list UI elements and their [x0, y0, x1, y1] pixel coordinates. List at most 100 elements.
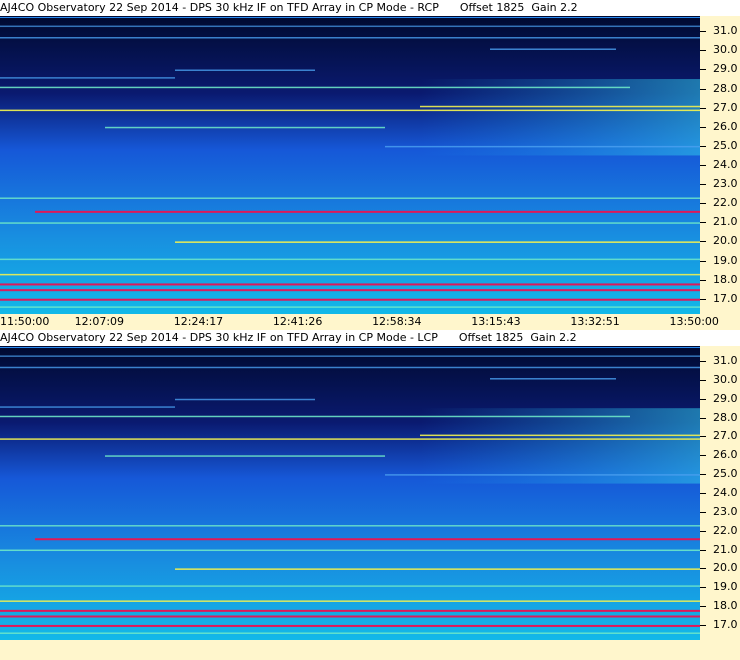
frequency-tick-mark: [700, 606, 706, 608]
frequency-tick-label: 25.0: [713, 467, 738, 481]
spectral-band: [0, 415, 630, 418]
frequency-tick-label: 19.0: [713, 580, 738, 594]
spectral-band: [175, 69, 315, 71]
frequency-tick-mark: [700, 241, 706, 243]
frequency-tick-label: 25.0: [713, 138, 738, 152]
frequency-axis-rcp: 31.0 30.0 29.0 28.0 27.0 26.0 25.0 24.0 23.0 22.0…: [700, 16, 740, 314]
frequency-tick-label: 21.0: [713, 215, 738, 229]
frequency-tick-label: 23.0: [713, 177, 738, 191]
time-axis: 11:50:00 12:07:09 12:24:17 12:41:26 12:58:34…: [0, 314, 740, 330]
frequency-tick-label: 28.0: [713, 81, 738, 95]
panel-title-lcp: AJ4CO Observatory 22 Sep 2014 - DPS 30 k…: [0, 330, 740, 346]
frequency-tick-label: 28.0: [713, 410, 738, 424]
spectral-band: [0, 25, 700, 28]
frequency-tick-mark: [700, 474, 706, 476]
spectral-band: [35, 210, 700, 213]
frequency-tick-mark: [700, 88, 706, 90]
frequency-tick-label: 29.0: [713, 391, 738, 405]
time-tick-label: 12:07:09: [74, 315, 125, 328]
spectral-band: [0, 438, 700, 440]
spectral-band: [0, 222, 700, 224]
spectral-band: [0, 77, 175, 79]
time-tick-label: 11:50:00: [0, 315, 50, 328]
spectral-band: [0, 109, 700, 112]
spectral-band: [35, 538, 700, 541]
frequency-tick-mark: [700, 145, 706, 147]
spectral-band: [0, 86, 630, 89]
spectral-band: [0, 197, 700, 199]
frequency-tick-mark: [700, 398, 706, 400]
top-reference-line: [0, 347, 700, 348]
spectral-band: [0, 258, 700, 261]
spectral-band: [175, 568, 700, 570]
frequency-axis-lcp: 31.0 30.0 29.0 28.0 27.0 26.0 25.0 24.0 23.0 22.0…: [700, 346, 740, 640]
bottom-axis-strip: [0, 640, 740, 660]
spectral-band: [0, 273, 700, 276]
frequency-tick-mark: [700, 31, 706, 33]
emission-glow: [0, 408, 700, 484]
spectral-band: [105, 126, 385, 129]
frequency-tick-mark: [700, 417, 706, 419]
frequency-tick-label: 31.0: [713, 354, 738, 368]
frequency-tick-mark: [700, 107, 706, 109]
frequency-tick-label: 17.0: [713, 291, 738, 305]
spectral-band: [175, 398, 315, 401]
frequency-tick-mark: [700, 436, 706, 438]
panel-title-rcp: AJ4CO Observatory 22 Sep 2014 - DPS 30 k…: [0, 0, 740, 16]
frequency-tick-label: 30.0: [713, 43, 738, 57]
spectral-band: [0, 632, 700, 634]
frequency-tick-mark: [700, 69, 706, 71]
spectral-band: [0, 600, 700, 602]
spectral-band: [490, 48, 616, 50]
spectral-band: [0, 585, 700, 587]
frequency-tick-label: 18.0: [713, 272, 738, 286]
spectral-band: [0, 366, 700, 369]
time-tick-label: 13:50:00: [669, 315, 719, 328]
spectrogram-background: [0, 346, 700, 640]
frequency-tick-label: 22.0: [713, 196, 738, 210]
frequency-tick-mark: [700, 203, 706, 205]
frequency-tick-mark: [700, 511, 706, 513]
frequency-tick-label: 22.0: [713, 523, 738, 537]
frequency-tick-mark: [700, 361, 706, 363]
frequency-tick-label: 27.0: [713, 100, 738, 114]
frequency-tick-mark: [700, 126, 706, 128]
frequency-tick-mark: [700, 530, 706, 532]
spectral-band: [0, 289, 700, 292]
frequency-tick-mark: [700, 298, 706, 300]
spectral-band: [0, 609, 700, 612]
frequency-tick-mark: [700, 568, 706, 570]
spectral-band: [0, 37, 700, 39]
frequency-tick-label: 27.0: [713, 429, 738, 443]
spectral-band: [420, 434, 700, 437]
frequency-tick-label: 21.0: [713, 542, 738, 556]
spectral-band: [0, 615, 700, 618]
spectral-band: [385, 145, 700, 148]
spectrogram-background: [0, 16, 700, 314]
spectral-band: [0, 283, 700, 286]
spectral-band: [385, 474, 700, 476]
time-tick-label: 12:41:26: [272, 315, 323, 328]
spectral-band: [0, 306, 700, 308]
spectrogram-rcp: [0, 16, 700, 314]
frequency-tick-label: 24.0: [713, 158, 738, 171]
spectral-band: [0, 624, 700, 627]
spectral-band: [105, 455, 385, 457]
frequency-tick-label: 31.0: [713, 24, 738, 38]
frequency-tick-label: 19.0: [713, 253, 738, 267]
frequency-tick-label: 24.0: [713, 486, 738, 499]
time-tick-label: 12:58:34: [372, 315, 422, 328]
frequency-tick-label: 30.0: [713, 372, 738, 386]
spectral-band: [490, 378, 616, 380]
spectral-band: [0, 549, 700, 552]
frequency-tick-label: 20.0: [713, 561, 738, 575]
frequency-tick-label: 18.0: [713, 599, 738, 613]
frequency-tick-mark: [700, 260, 706, 262]
frequency-tick-mark: [700, 549, 706, 551]
frequency-tick-mark: [700, 50, 706, 52]
frequency-tick-label: 29.0: [713, 62, 738, 76]
frequency-tick-mark: [700, 455, 706, 457]
spectral-band: [0, 355, 700, 357]
frequency-tick-mark: [700, 165, 706, 166]
frequency-tick-mark: [700, 279, 706, 281]
